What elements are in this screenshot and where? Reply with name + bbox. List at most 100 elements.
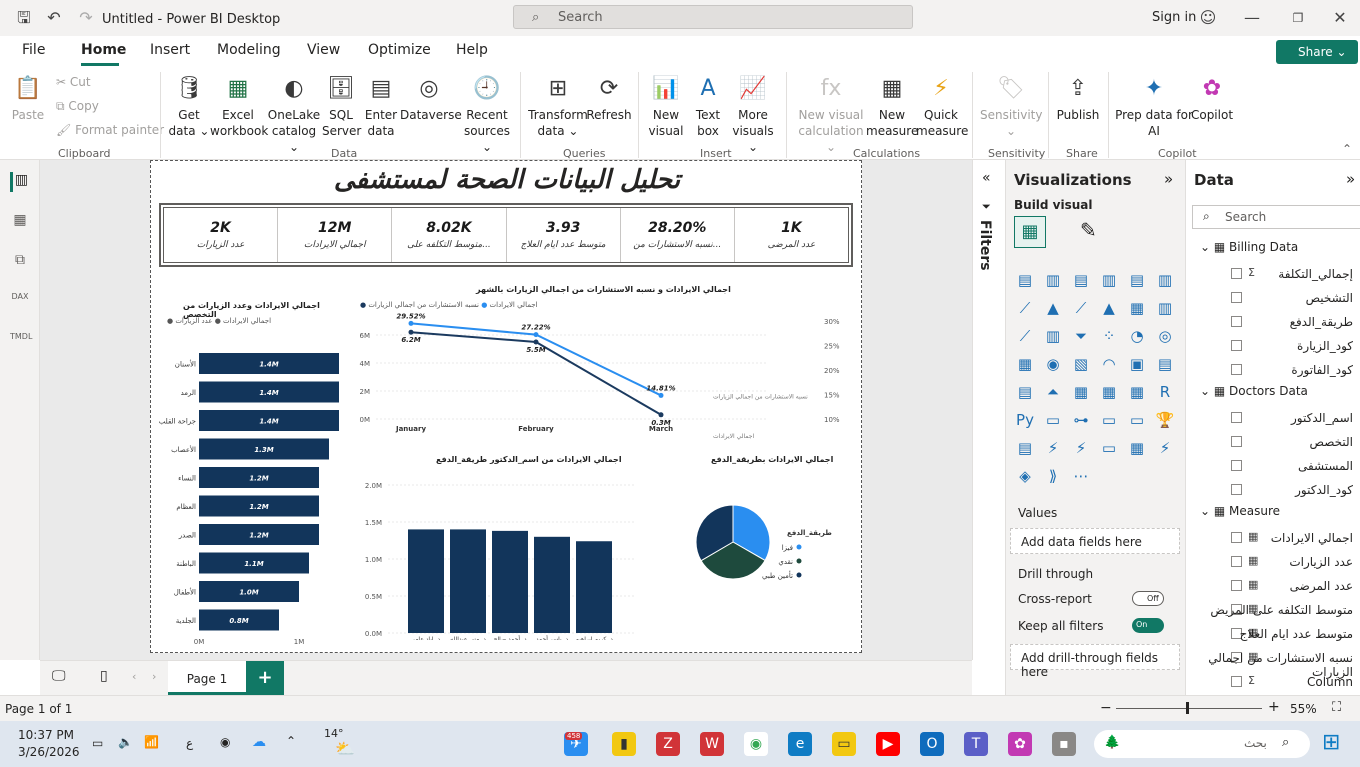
kpi-card[interactable]: 28.20% نسبه الاستشارات من... [621,208,735,262]
menu-modeling[interactable]: Modeling [217,42,281,58]
expand-filters-icon[interactable]: « [982,170,991,186]
sign-in-link[interactable]: Sign in [1152,10,1196,25]
field-checkbox[interactable] [1231,292,1242,303]
collapse-pane-icon[interactable]: » [1164,170,1173,188]
key-influencers-icon[interactable]: ▭ [1042,410,1064,430]
desktop-layout-icon[interactable]: 🖵 [52,668,66,684]
kpi-card[interactable]: 8.02K متوسط التكلفه على... [392,208,507,262]
clustered-bar-icon[interactable]: ▤ [1070,270,1092,290]
decomposition-tree-icon[interactable]: ⊶ [1070,410,1092,430]
narrative-icon[interactable]: ▭ [1126,410,1148,430]
stacked-area-icon[interactable]: ⟋ [1070,298,1092,318]
funnel-icon[interactable]: ⏷ [1070,326,1092,346]
prev-page-icon[interactable]: ‹ [132,670,136,683]
report-page[interactable]: تحليل البيانات الصحة لمستشفى 2K عدد الزيا… [150,160,862,653]
mobile-layout-icon[interactable]: ▯ [100,668,108,684]
field-item[interactable]: ▦ عدد المرضى [1186,576,1360,598]
field-item[interactable]: اسم_الدكتور [1186,408,1360,430]
taskbar-search[interactable]: 🌲 بحث ⌕ [1094,730,1310,758]
copilot-taskbar-icon[interactable]: ✿ [1008,732,1032,756]
field-item[interactable]: ▦ نسبه الاستشارات من اجمالي الزيارات [1186,648,1360,679]
table-view-icon[interactable]: ▦ [10,212,30,232]
line-stacked-column-icon[interactable]: ▥ [1154,298,1176,318]
prep-data-ai-button[interactable]: ✦ Prep data for AI [1114,74,1194,139]
r-visual-icon[interactable]: R [1154,382,1176,402]
share-button[interactable]: Share ⌄ [1276,40,1358,64]
monthly-line-chart[interactable]: اجمالي الايرادات و نسبه الاستشارات من اج… [356,281,851,441]
menu-view[interactable]: View [307,42,340,58]
field-item[interactable]: كود_الدكتور [1186,480,1360,502]
menu-help[interactable]: Help [456,42,488,58]
field-checkbox[interactable] [1231,340,1242,351]
azure-map-icon[interactable]: ◈ [1014,466,1036,486]
gauge-icon[interactable]: ◠ [1098,354,1120,374]
refresh-button[interactable]: ⟳ Refresh [586,74,632,123]
field-item[interactable]: Σ إجمالي_التكلفة [1186,264,1360,286]
scatter-icon[interactable]: ⁘ [1098,326,1120,346]
zoom-slider-thumb[interactable] [1186,702,1189,714]
quick-measure-button[interactable]: ⚡ Quick measure [916,74,968,139]
qa-icon[interactable]: ▭ [1098,410,1120,430]
stacked-bar-icon[interactable]: ▤ [1014,270,1036,290]
wps-icon[interactable]: W [700,732,724,756]
field-item[interactable]: التخصص [1186,432,1360,454]
security-icon[interactable]: ◉ [220,735,230,749]
text-box-button[interactable]: A Text box [688,74,728,139]
report-view-icon[interactable]: ▥ [10,172,30,192]
area-icon[interactable]: ▲ [1042,298,1064,318]
field-checkbox[interactable] [1231,268,1242,279]
field-item[interactable]: ▦ متوسط التكلفه على المريض [1186,600,1360,622]
field-item[interactable]: ▦ اجمالي الايرادات [1186,528,1360,550]
undo-icon[interactable]: ↶ [44,8,64,28]
field-checkbox[interactable] [1231,436,1242,447]
wifi-icon[interactable]: 📶 [144,735,159,749]
ribbon-icon[interactable]: ⟋ [1014,326,1036,346]
100-bar-icon[interactable]: ▤ [1126,270,1148,290]
filled-map-icon[interactable]: ▧ [1070,354,1092,374]
start-button-icon[interactable]: ⊞ [1322,732,1340,754]
new-visual-button[interactable]: 📊 New visual [646,74,686,139]
kpi-card[interactable]: 2K عدد الزيارات [164,208,279,262]
power-automate-icon[interactable]: ⚡ [1070,438,1092,458]
field-item[interactable]: Σ Column [1186,672,1360,694]
field-checkbox[interactable] [1231,676,1242,687]
teams-icon[interactable]: T [964,732,988,756]
data-search-input[interactable]: ⌕ Search [1192,205,1360,229]
outlook-icon[interactable]: O [920,732,944,756]
format-visual-icon[interactable]: ✎ [1080,218,1097,242]
field-checkbox[interactable] [1231,316,1242,327]
fit-to-page-icon[interactable]: ⛶ [1332,700,1341,715]
cross-report-toggle[interactable]: Off [1132,591,1164,606]
dataverse-button[interactable]: ◎ Dataverse [400,74,462,123]
maximize-icon[interactable]: ❐ [1288,8,1308,28]
field-checkbox[interactable] [1231,412,1242,423]
donut-icon[interactable]: ◎ [1154,326,1176,346]
line-column-icon[interactable]: ▦ [1126,298,1148,318]
youtube-icon[interactable]: ▶ [876,732,900,756]
power-bi-icon[interactable]: ▮ [612,732,636,756]
field-item[interactable]: طريقة_الدفع [1186,312,1360,334]
waterfall-icon[interactable]: ▥ [1042,326,1064,346]
sql-server-button[interactable]: 🗄 SQL Server [322,74,361,139]
collapse-ribbon-icon[interactable]: ⌃ [1342,142,1352,156]
account-icon[interactable]: ☺ [1198,8,1218,28]
excel-workbook-button[interactable]: ▦ Excel workbook [210,74,268,139]
table-header[interactable]: ⌄ ▦ Measure [1200,504,1280,518]
onedrive-icon[interactable]: ☁ [252,734,266,750]
treemap-icon[interactable]: ▦ [1014,354,1036,374]
collapse-data-icon[interactable]: » [1346,170,1355,188]
transform-data-button[interactable]: ⊞ Transform data ⌄ [528,74,588,139]
edge-icon[interactable]: e [788,732,812,756]
stacked-column-icon[interactable]: ▥ [1042,270,1064,290]
payment-pie-chart[interactable]: اجمالي الايرادات بطريقة_الدفع طريقة_الدف… [671,451,851,611]
field-checkbox[interactable] [1231,532,1242,543]
field-item[interactable]: ▦ متوسط عدد ايام العلاج [1186,624,1360,646]
chrome-icon[interactable]: ◉ [744,732,768,756]
100-column-icon[interactable]: ▥ [1154,270,1176,290]
field-checkbox[interactable] [1231,556,1242,567]
power-apps-icon[interactable]: ⚡ [1042,438,1064,458]
tmdl-view-icon[interactable]: TMDL [10,332,32,352]
multi-card-icon[interactable]: ▤ [1154,354,1176,374]
drill-through-well[interactable]: Add drill-through fields here [1010,644,1180,679]
menu-file[interactable]: File [22,42,45,58]
